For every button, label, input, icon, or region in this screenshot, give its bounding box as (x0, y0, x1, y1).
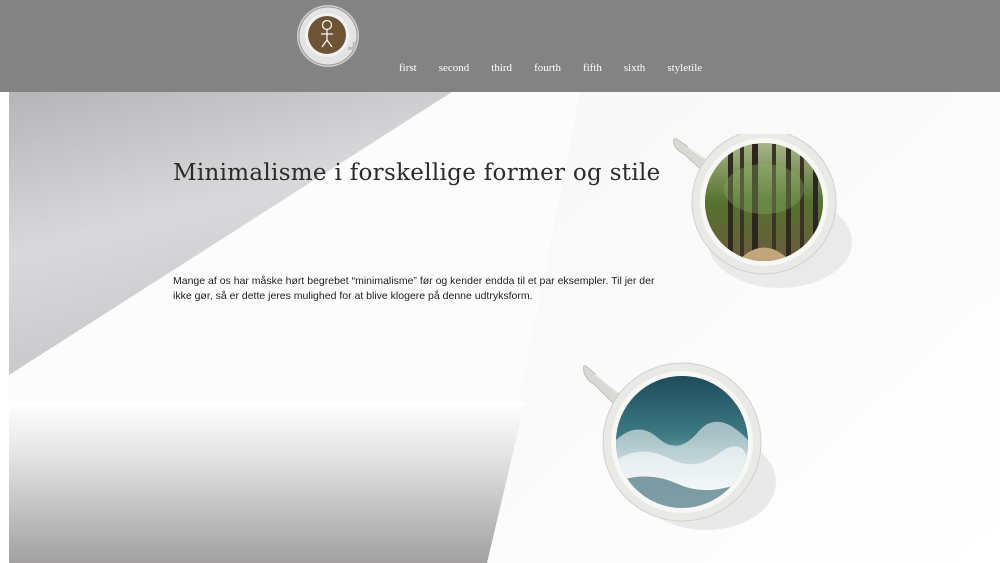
main-nav: first second third fourth fifth sixth st… (399, 61, 724, 75)
nav-link-third[interactable]: third (491, 61, 512, 75)
nav-link-fourth[interactable]: fourth (534, 61, 561, 75)
nav-link-sixth[interactable]: sixth (624, 61, 645, 75)
left-margin-strip (0, 92, 9, 563)
hero-section: Minimalisme i forskellige former og stil… (0, 92, 1000, 563)
page-title: Minimalisme i forskellige former og stil… (173, 160, 661, 186)
nav-link-second[interactable]: second (439, 61, 470, 75)
site-header: first second third fourth fifth sixth st… (0, 0, 1000, 92)
ocean-cup-image (583, 362, 776, 530)
nav-link-styletile[interactable]: styletile (667, 61, 702, 75)
coffee-cup-logo-icon[interactable] (296, 4, 360, 68)
intro-paragraph: Mange af os har måske hørt begrebet “min… (173, 275, 655, 302)
forest-cup-image (673, 134, 852, 288)
page: first second third fourth fifth sixth st… (0, 0, 1000, 563)
nav-link-fifth[interactable]: fifth (583, 61, 602, 75)
nav-link-first[interactable]: first (399, 61, 417, 75)
